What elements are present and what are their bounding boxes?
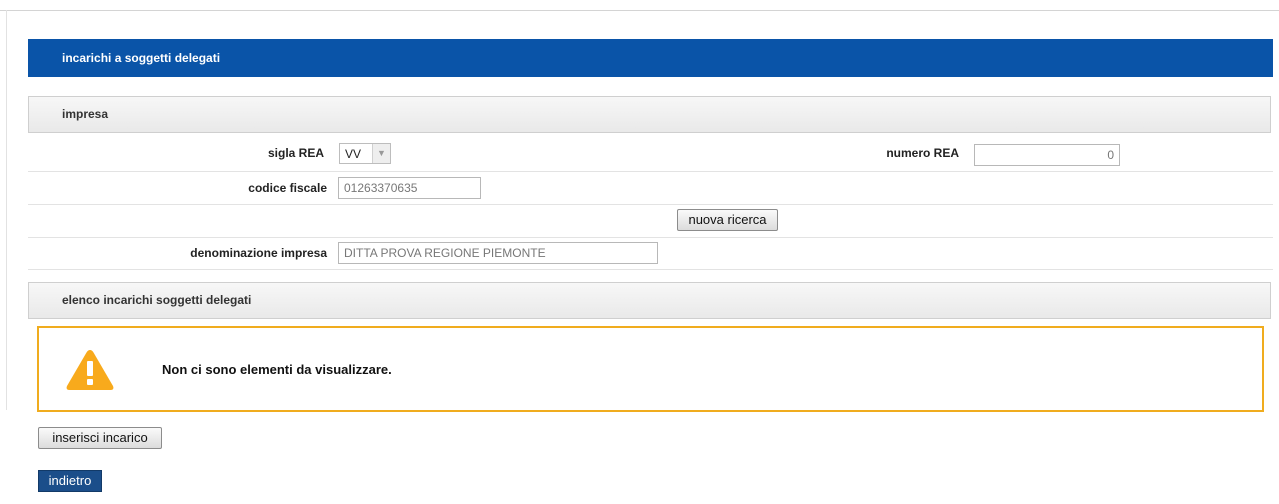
section-title-elenco: elenco incarichi soggetti delegati (62, 293, 252, 307)
denominazione-input[interactable]: DITTA PROVA REGIONE PIEMONTE (338, 242, 658, 264)
codice-fiscale-input[interactable]: 01263370635 (338, 177, 481, 199)
left-divider (6, 10, 7, 410)
row-divider (28, 204, 1273, 205)
denominazione-label: denominazione impresa (190, 246, 327, 260)
nuova-ricerca-button[interactable]: nuova ricerca (677, 209, 778, 231)
row-divider (28, 171, 1273, 172)
empty-results-message: Non ci sono elementi da visualizzare. (162, 362, 392, 377)
numero-rea-label: numero REA (886, 146, 959, 160)
sigla-rea-select[interactable]: VV ▼ (339, 143, 391, 164)
inserisci-incarico-button[interactable]: inserisci incarico (38, 427, 162, 449)
row-divider (28, 237, 1273, 238)
sigla-rea-value: VV (345, 147, 362, 161)
sigla-rea-label: sigla REA (267, 146, 324, 160)
chevron-down-icon: ▼ (372, 144, 390, 163)
section-header-elenco: elenco incarichi soggetti delegati (28, 282, 1271, 319)
codice-fiscale-label: codice fiscale (248, 181, 327, 195)
row-divider (28, 269, 1273, 270)
empty-results-message-box: Non ci sono elementi da visualizzare. (37, 326, 1264, 412)
top-divider (0, 10, 1279, 11)
indietro-button[interactable]: indietro (38, 470, 102, 492)
warning-icon (66, 350, 114, 390)
numero-rea-input[interactable]: 0 (974, 144, 1120, 166)
page-title: incarichi a soggetti delegati (62, 51, 221, 65)
section-title-impresa: impresa (62, 107, 109, 121)
page-title-bar: incarichi a soggetti delegati (28, 39, 1273, 77)
section-header-impresa: impresa (28, 96, 1271, 133)
